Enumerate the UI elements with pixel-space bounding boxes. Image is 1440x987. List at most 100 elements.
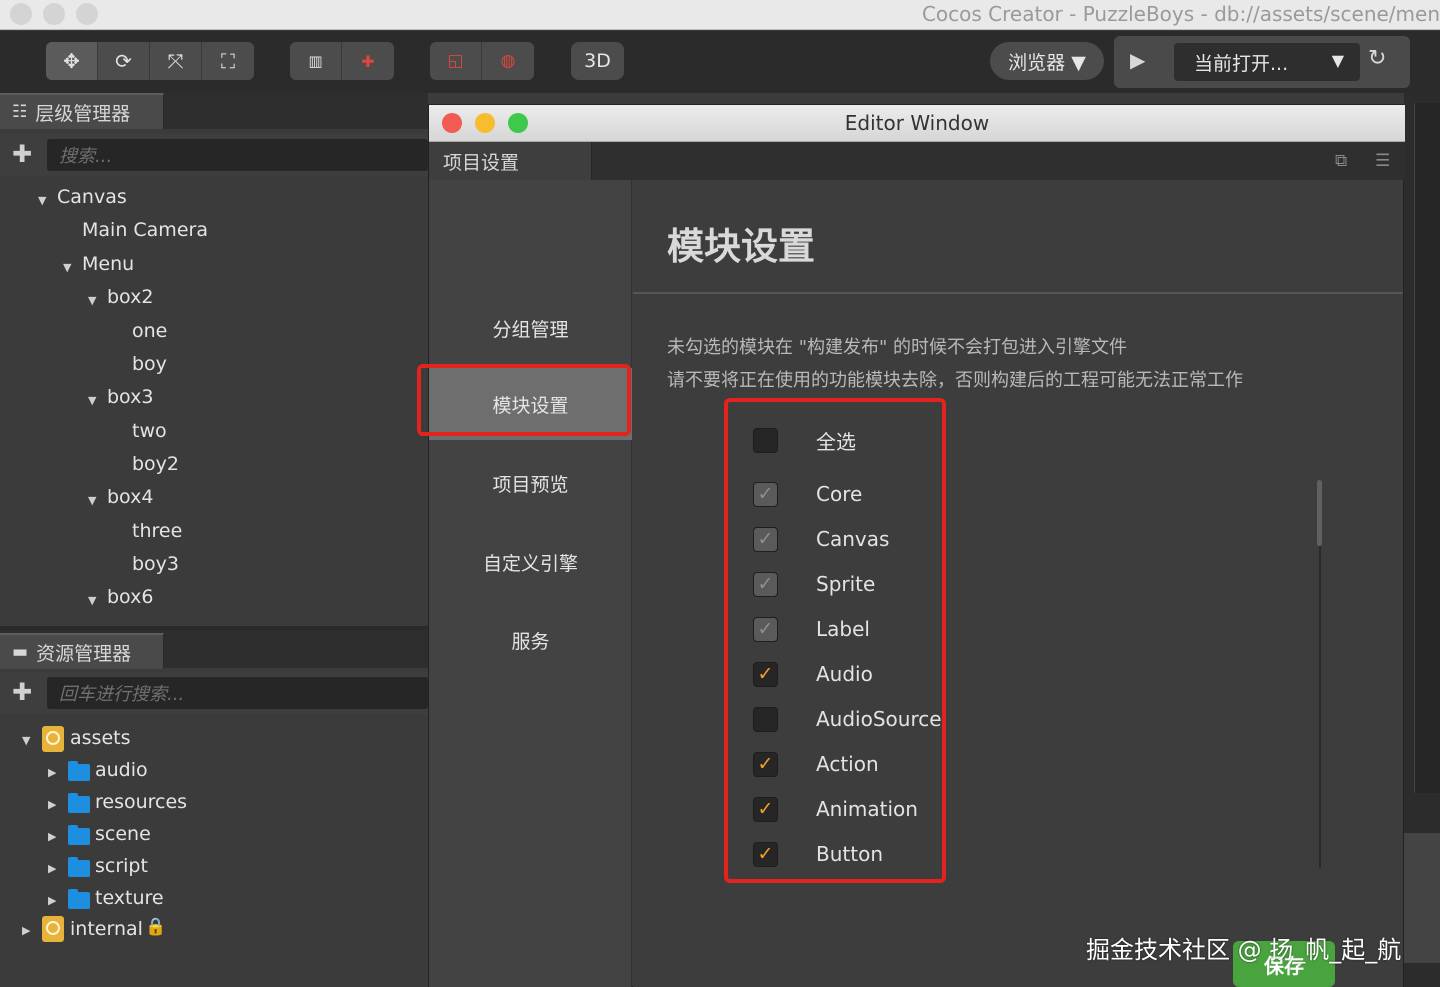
description-line-1: 未勾选的模块在 "构建发布" 的时候不会打包进入引擎文件: [667, 337, 1127, 358]
asset-assets[interactable]: assets: [70, 727, 130, 749]
caret-down-icon[interactable]: ▼: [88, 494, 96, 507]
editor-tab-row: 项目设置 ⧉ ☰: [429, 142, 1405, 180]
hierarchy-tree: ▼ Canvas Main Camera ▼ Menu ▼ box2 one b…: [0, 176, 428, 626]
description-line-2: 请不要将正在使用的功能模块去除，否则构建后的工程可能无法正常工作: [667, 370, 1243, 391]
sidebar-item-custom-engine[interactable]: 自定义引擎: [429, 526, 632, 598]
highlight-module-list: [724, 398, 946, 883]
folder-icon: ▬: [12, 642, 29, 662]
asset-audio[interactable]: audio: [95, 759, 148, 781]
tree-node-box4[interactable]: box4: [107, 486, 153, 508]
module-list-scrollthumb[interactable]: [1317, 480, 1322, 546]
browser-select[interactable]: 浏览器 ▼: [990, 42, 1104, 80]
app-title-bar: Cocos Creator - PuzzleBoys - db://assets…: [0, 0, 1440, 30]
tab-hierarchy[interactable]: ☷ 层级管理器: [0, 93, 164, 129]
folder-icon: [68, 825, 90, 845]
caret-down-icon[interactable]: ▼: [88, 594, 96, 607]
preview-scene-label: 当前打开...: [1194, 52, 1289, 75]
database-icon: [42, 726, 64, 752]
asset-script[interactable]: script: [95, 855, 148, 877]
lock-icon: 🔒: [145, 917, 167, 937]
sidebar-item-services[interactable]: 服务: [429, 604, 632, 676]
caret-right-icon[interactable]: ▶: [48, 894, 56, 907]
inspector-edge: [1404, 93, 1440, 987]
tree-node-one[interactable]: one: [132, 320, 167, 342]
tree-node-boy[interactable]: boy: [132, 353, 167, 375]
watermark: 掘金技术社区 @ 扬_帆_起_航: [1086, 936, 1402, 964]
tree-node-canvas[interactable]: Canvas: [57, 186, 127, 208]
database-icon: [42, 916, 64, 942]
toggle-3d-button[interactable]: 3D: [571, 42, 624, 80]
tree-node-three[interactable]: three: [132, 520, 182, 542]
hierarchy-icon: ☷: [12, 102, 28, 122]
tree-node-two[interactable]: two: [132, 420, 167, 442]
editor-window-titlebar: Editor Window: [429, 105, 1405, 142]
caret-right-icon[interactable]: ▶: [22, 924, 30, 937]
caret-right-icon[interactable]: ▶: [48, 798, 56, 811]
popout-icon[interactable]: ⧉: [1335, 151, 1347, 171]
hierarchy-search-input[interactable]: 搜索...: [47, 139, 428, 171]
caret-down-icon[interactable]: ▼: [88, 294, 96, 307]
center-icon[interactable]: ✚: [342, 42, 394, 80]
sidebar-item-group-management[interactable]: 分组管理: [429, 292, 632, 364]
tree-node-box2[interactable]: box2: [107, 286, 153, 308]
preview-scene-select[interactable]: 当前打开... ▼: [1174, 43, 1360, 81]
assets-search-row: ✚ 回车进行搜索...: [0, 672, 428, 714]
rect-tool-icon[interactable]: ⛶: [202, 42, 254, 80]
minimize-button[interactable]: [43, 3, 65, 25]
zoom-button[interactable]: [76, 3, 98, 25]
add-asset-icon[interactable]: ✚: [12, 678, 32, 706]
tab-assets[interactable]: ▬ 资源管理器: [0, 633, 164, 669]
global-space-icon[interactable]: ◍: [482, 42, 534, 80]
pivot-icon[interactable]: ▥: [290, 42, 342, 80]
tree-node-main-camera[interactable]: Main Camera: [82, 219, 208, 241]
folder-icon: [68, 761, 90, 781]
hierarchy-search-row: ✚ 搜索...: [0, 134, 428, 176]
caret-down-icon[interactable]: ▼: [22, 734, 30, 747]
assets-search-input[interactable]: 回车进行搜索...: [47, 677, 428, 709]
editor-window-title: Editor Window: [844, 111, 990, 135]
caret-down-icon[interactable]: ▼: [63, 261, 71, 274]
title-divider: [633, 292, 1403, 294]
chevron-down-icon: ▼: [1331, 51, 1344, 70]
move-tool-icon[interactable]: ✥: [46, 42, 98, 80]
main-toolbar: ✥ ⟳ ⤧ ⛶ ▥ ✚ ◱ ◍ 3D 浏览器 ▼ ▶ 当前打开... ▼ ↻: [0, 31, 1440, 93]
add-node-icon[interactable]: ✚: [12, 140, 32, 168]
tree-node-boy2[interactable]: boy2: [132, 453, 179, 475]
tree-node-box3[interactable]: box3: [107, 386, 153, 408]
transform-tools: ✥ ⟳ ⤧ ⛶: [46, 42, 254, 80]
caret-right-icon[interactable]: ▶: [48, 766, 56, 779]
hierarchy-title: 层级管理器: [35, 102, 131, 125]
settings-sidebar: 分组管理 模块设置 项目预览 自定义引擎 服务: [429, 180, 632, 987]
folder-icon: [68, 889, 90, 909]
folder-icon: [68, 857, 90, 877]
assets-title: 资源管理器: [36, 642, 132, 665]
folder-icon: [68, 793, 90, 813]
sidebar-item-project-preview[interactable]: 项目预览: [429, 447, 632, 519]
play-icon[interactable]: ▶: [1130, 48, 1145, 72]
caret-right-icon[interactable]: ▶: [48, 862, 56, 875]
asset-scene[interactable]: scene: [95, 823, 151, 845]
tree-node-menu[interactable]: Menu: [82, 253, 134, 275]
close-button[interactable]: [10, 3, 32, 25]
menu-icon[interactable]: ☰: [1375, 151, 1390, 171]
refresh-icon[interactable]: ↻: [1368, 46, 1386, 71]
asset-texture[interactable]: texture: [95, 887, 164, 909]
window-controls: [10, 3, 98, 25]
caret-right-icon[interactable]: ▶: [48, 830, 56, 843]
rotate-tool-icon[interactable]: ⟳: [98, 42, 150, 80]
tree-node-boy3[interactable]: boy3: [132, 553, 179, 575]
scale-tool-icon[interactable]: ⤧: [150, 42, 202, 80]
tab-project-settings[interactable]: 项目设置: [429, 142, 592, 180]
caret-down-icon[interactable]: ▼: [88, 394, 96, 407]
assets-tree: ▼ assets ▶ audio ▶ resources ▶ scene ▶ s…: [0, 716, 428, 987]
space-tools: ◱ ◍: [430, 42, 534, 80]
preview-controls: ▶ 当前打开... ▼ ↻: [1114, 36, 1410, 88]
asset-internal[interactable]: internal: [70, 918, 143, 940]
tree-node-box6[interactable]: box6: [107, 586, 153, 608]
caret-down-icon[interactable]: ▼: [38, 194, 46, 207]
inspector-panel-block: [1404, 833, 1440, 963]
inspector-scrollbar[interactable]: [1414, 103, 1440, 793]
app-title: Cocos Creator - PuzzleBoys - db://assets…: [921, 2, 1440, 26]
asset-resources[interactable]: resources: [95, 791, 187, 813]
local-space-icon[interactable]: ◱: [430, 42, 482, 80]
